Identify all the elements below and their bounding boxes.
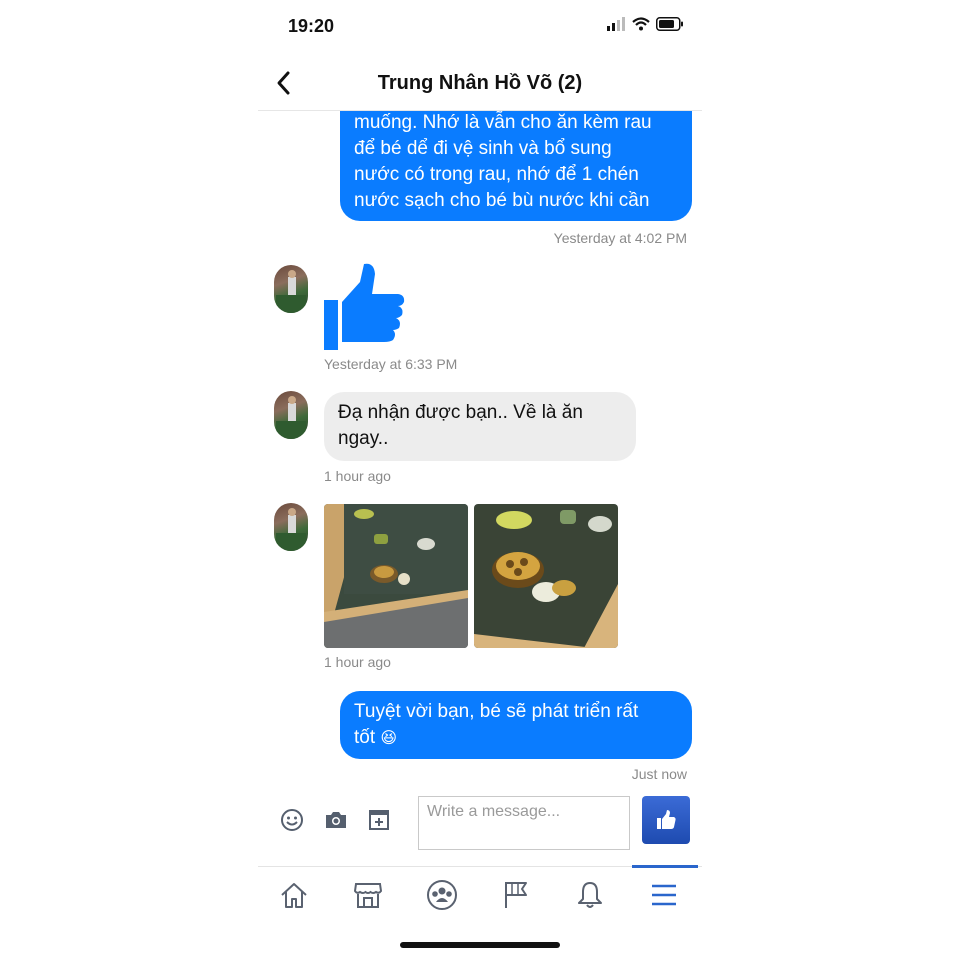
avatar-photo <box>276 270 306 313</box>
camera-button[interactable] <box>322 806 350 834</box>
message-line: nước sạch cho bé bù nước khi cần <box>354 190 650 211</box>
nav-menu[interactable] <box>640 873 688 917</box>
incoming-message[interactable]: Đạ nhận được bạn.. Về là ăn ngay.. <box>324 392 636 461</box>
nav-groups[interactable] <box>418 873 466 917</box>
message-line: nước có trong rau, nhớ để 1 chén <box>354 164 639 185</box>
home-icon <box>281 883 307 908</box>
message-text: tốt <box>354 727 376 748</box>
avatar[interactable] <box>274 503 308 551</box>
message-line: muống. Nhớ là vẫn cho ăn kèm rau <box>354 112 652 133</box>
wifi-icon <box>632 17 650 31</box>
turtle-photo-image <box>474 504 618 648</box>
message-timestamp: 1 hour ago <box>324 654 391 670</box>
message-line: ngay.. <box>338 428 389 449</box>
message-line: Đạ nhận được bạn.. Về là ăn <box>338 402 583 423</box>
gallery-add-icon <box>369 810 389 830</box>
pages-flag-icon <box>505 882 527 908</box>
camera-icon <box>326 812 346 828</box>
status-icons <box>606 17 684 31</box>
thumbs-up-icon <box>657 810 676 829</box>
thumbs-up-icon <box>324 263 405 350</box>
message-timestamp: Yesterday at 6:33 PM <box>324 356 458 372</box>
turtle-photo-2[interactable] <box>474 504 618 648</box>
nav-pages[interactable] <box>492 873 540 917</box>
notifications-bell-icon <box>578 882 602 908</box>
home-indicator[interactable] <box>400 942 560 948</box>
thumbs-up-message[interactable] <box>322 262 406 350</box>
nav-home[interactable] <box>270 873 318 917</box>
emoji-button[interactable] <box>278 806 306 834</box>
message-timestamp: Yesterday at 4:02 PM <box>553 230 687 246</box>
groups-icon <box>427 880 457 910</box>
avatar-photo <box>276 396 306 439</box>
bottom-navigation <box>258 865 702 927</box>
send-like-button[interactable] <box>642 796 690 844</box>
marketplace-icon <box>353 883 383 908</box>
battery-icon <box>656 17 683 31</box>
gallery-button[interactable] <box>365 806 393 834</box>
message-list[interactable]: muống. Nhớ là vẫn cho ăn kèm rau để bé d… <box>258 110 702 790</box>
emoji-icon <box>281 809 303 831</box>
avatar[interactable] <box>274 391 308 439</box>
phone-screen: 19:20 Trung Nhân Hồ Võ (2) muống. Nhớ là… <box>258 0 702 960</box>
message-line: để bé dể đi vệ sinh và bổ sung <box>354 138 612 159</box>
message-composer: Write a message... <box>258 790 702 866</box>
nav-notifications[interactable] <box>566 873 614 917</box>
nav-marketplace[interactable] <box>344 873 392 917</box>
message-timestamp: Just now <box>631 766 687 782</box>
menu-icon <box>652 884 676 906</box>
laughing-emoji-icon: 😆 <box>380 730 398 747</box>
turtle-photo-image <box>324 504 468 648</box>
status-time: 19:20 <box>288 16 335 36</box>
message-timestamp: 1 hour ago <box>324 468 391 484</box>
message-line: tốt 😆 <box>354 725 678 752</box>
message-input[interactable]: Write a message... <box>418 796 630 850</box>
active-tab-indicator <box>632 865 698 868</box>
avatar-photo <box>276 508 306 551</box>
conversation-title[interactable]: Trung Nhân Hồ Võ (2) <box>258 72 702 95</box>
chat-header: Trung Nhân Hồ Võ (2) <box>258 58 702 111</box>
avatar[interactable] <box>274 265 308 313</box>
outgoing-message[interactable]: muống. Nhớ là vẫn cho ăn kèm rau để bé d… <box>340 110 692 221</box>
turtle-photo-1[interactable] <box>324 504 468 648</box>
outgoing-message[interactable]: Tuyệt vời bạn, bé sẽ phát triển rất tốt … <box>340 691 692 759</box>
signal-icon <box>607 17 625 31</box>
message-line: Tuyệt vời bạn, bé sẽ phát triển rất <box>354 701 639 722</box>
